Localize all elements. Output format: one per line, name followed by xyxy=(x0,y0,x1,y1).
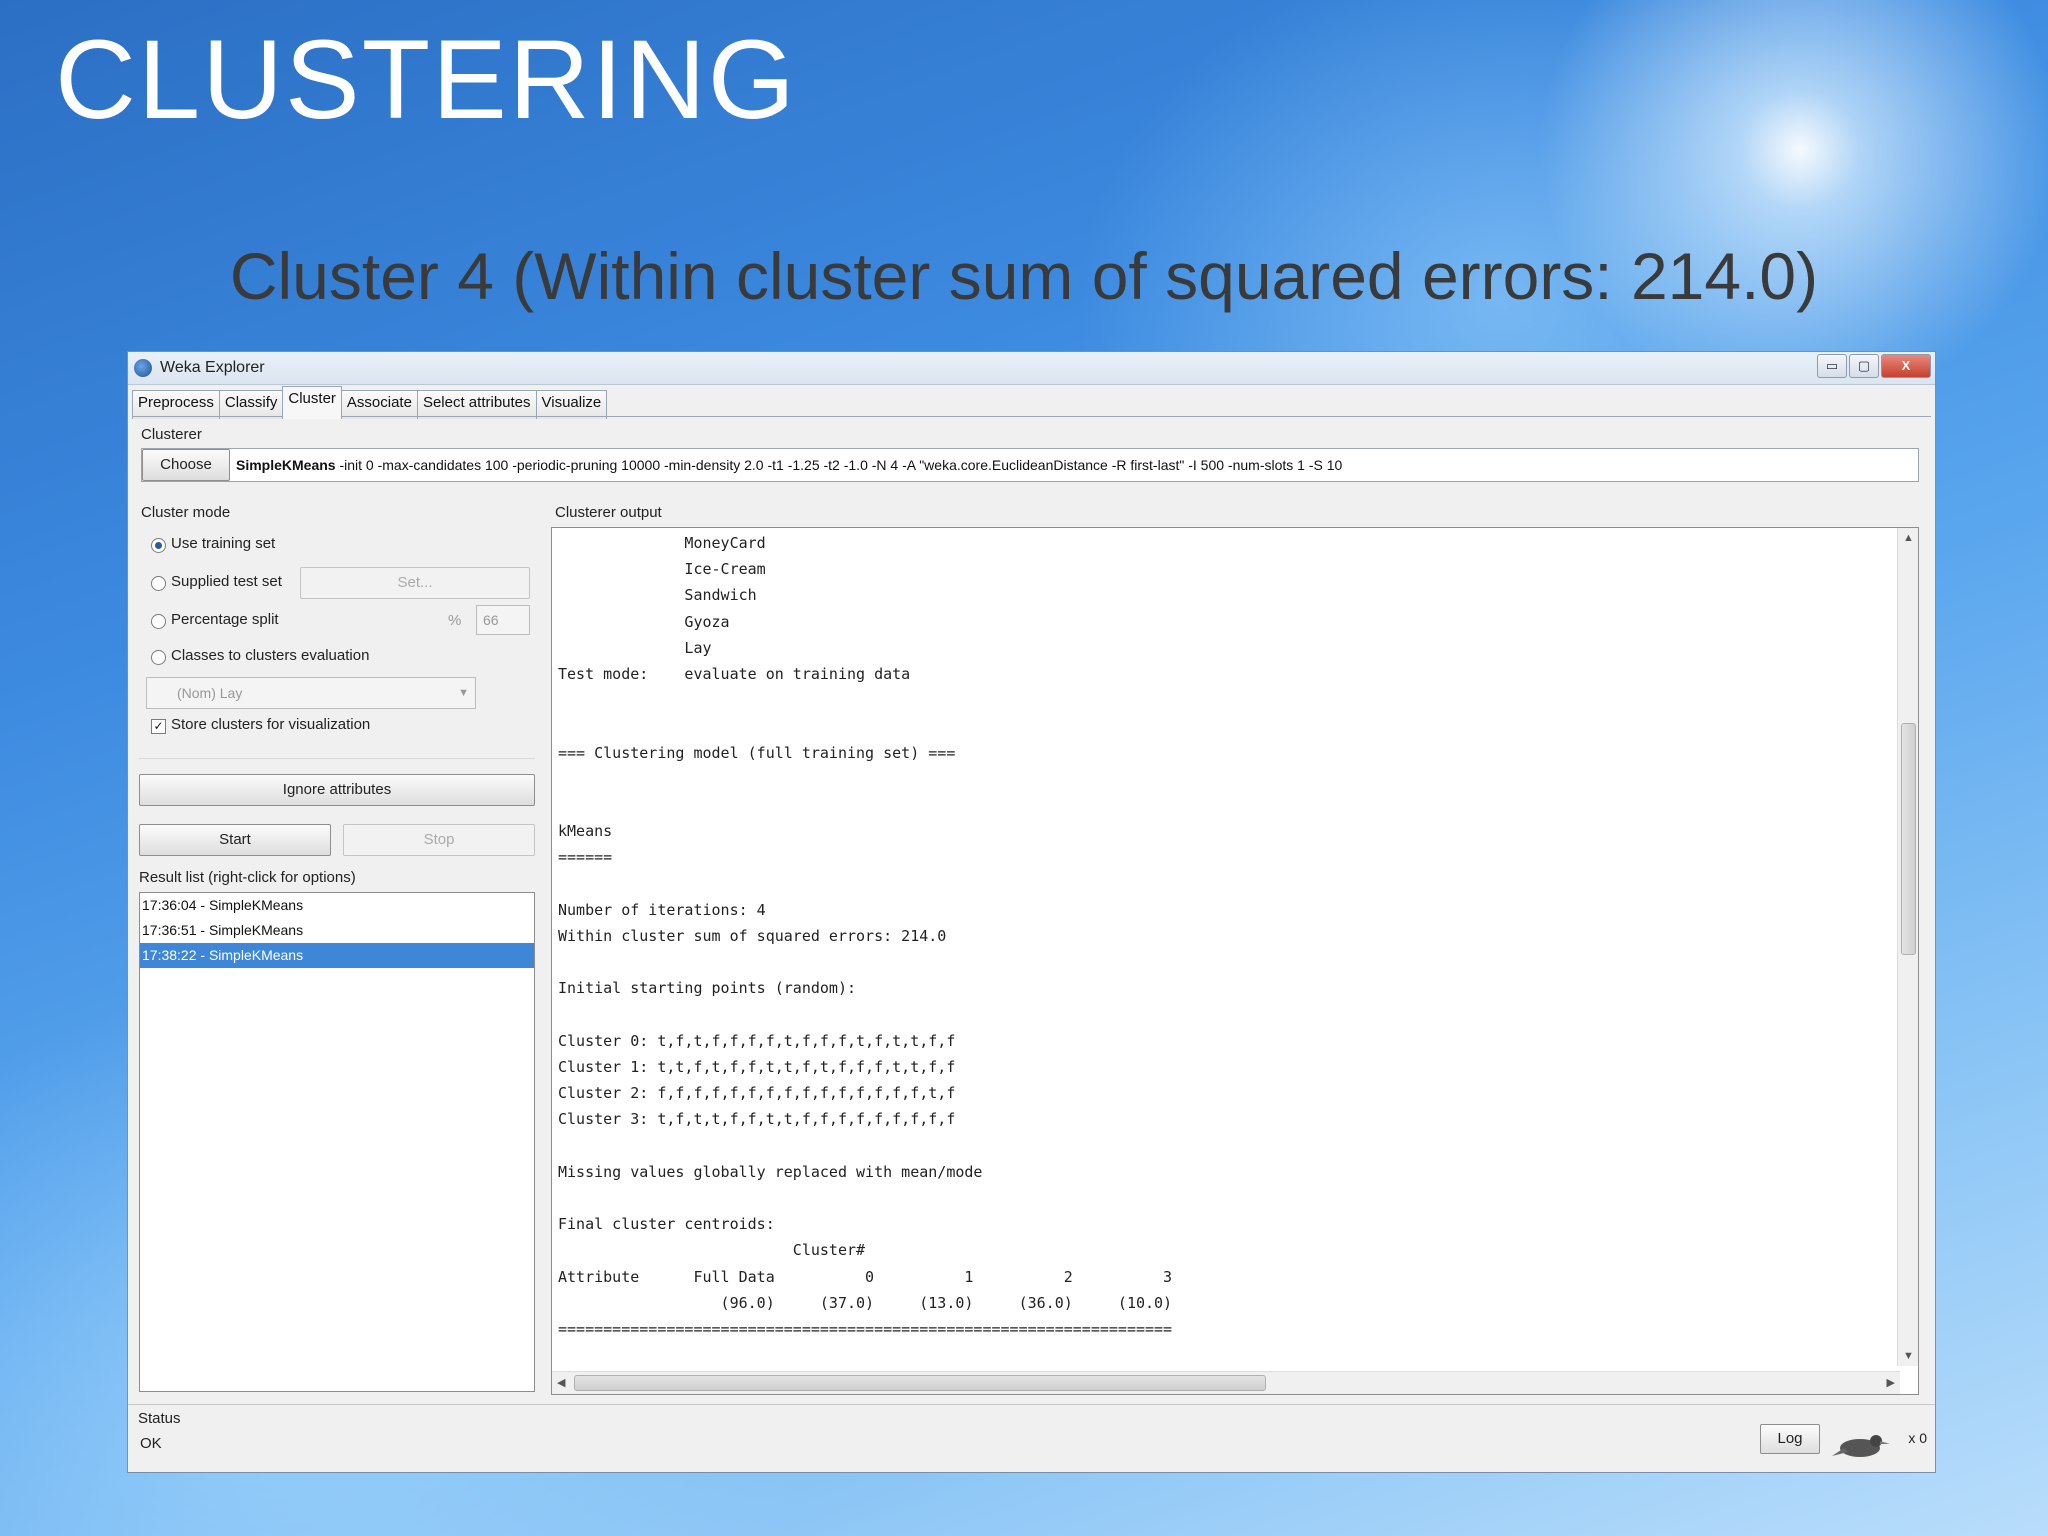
tab-associate[interactable]: Associate xyxy=(340,390,418,419)
choose-button[interactable]: Choose xyxy=(142,449,230,481)
percentage-split-radio[interactable] xyxy=(151,614,166,629)
tab-visualize[interactable]: Visualize xyxy=(535,390,608,419)
supplied-test-set-radio[interactable] xyxy=(151,576,166,591)
clusterer-section-label: Clusterer xyxy=(141,426,202,443)
tab-select-attributes[interactable]: Select attributes xyxy=(416,390,537,419)
close-button[interactable]: X xyxy=(1881,354,1931,378)
clusterer-output-panel[interactable]: MoneyCard Ice-Cream Sandwich Gyoza Lay T… xyxy=(551,527,1919,1395)
clusterer-output-label: Clusterer output xyxy=(555,504,662,521)
status-divider xyxy=(128,1404,1935,1405)
slide-title: CLUSTERING xyxy=(55,17,797,142)
classes-to-clusters-radio[interactable] xyxy=(151,650,166,665)
vertical-scroll-thumb[interactable] xyxy=(1901,723,1916,955)
tab-bar: Preprocess Classify Cluster Associate Se… xyxy=(132,386,608,419)
clusterer-command-line[interactable]: SimpleKMeans -init 0 -max-candidates 100… xyxy=(236,457,1342,473)
class-attribute-select[interactable]: (Nom) Lay ▼ xyxy=(146,677,476,709)
tab-cluster[interactable]: Cluster xyxy=(282,386,342,419)
supplied-test-set-label: Supplied test set xyxy=(171,573,282,590)
log-button[interactable]: Log xyxy=(1760,1424,1820,1454)
output-vertical-scrollbar[interactable]: ▲ ▼ xyxy=(1897,528,1918,1366)
weka-explorer-window: Weka Explorer ▭ ▢ X Preprocess Classify … xyxy=(127,351,1936,1473)
clusterer-config-field[interactable]: Choose SimpleKMeans -init 0 -max-candida… xyxy=(141,448,1919,482)
clusterer-options: -init 0 -max-candidates 100 -periodic-pr… xyxy=(335,457,1343,473)
scroll-up-icon[interactable]: ▲ xyxy=(1903,532,1914,544)
tab-classify[interactable]: Classify xyxy=(218,390,284,419)
tab-divider xyxy=(132,416,1931,417)
status-text: OK xyxy=(140,1435,162,1452)
tab-preprocess[interactable]: Preprocess xyxy=(132,390,220,419)
scroll-down-icon[interactable]: ▼ xyxy=(1903,1350,1914,1362)
scroll-right-icon[interactable]: ▶ xyxy=(1887,1376,1895,1389)
percentage-split-label: Percentage split xyxy=(171,611,279,628)
horizontal-scroll-thumb[interactable] xyxy=(574,1375,1266,1391)
scroll-left-icon[interactable]: ◀ xyxy=(557,1376,565,1389)
cluster-mode-label: Cluster mode xyxy=(141,504,231,521)
result-item[interactable]: 17:36:51 - SimpleKMeans xyxy=(140,918,534,943)
slide-subtitle: Cluster 4 (Within cluster sum of squared… xyxy=(229,239,1819,313)
weka-app-icon xyxy=(134,359,152,377)
use-training-set-radio[interactable] xyxy=(151,538,166,553)
status-label: Status xyxy=(138,1410,181,1427)
weka-bird-icon xyxy=(1832,1435,1890,1457)
title-bar[interactable]: Weka Explorer ▭ ▢ X xyxy=(128,352,1935,385)
maximize-button[interactable]: ▢ xyxy=(1849,354,1879,378)
output-horizontal-scrollbar[interactable]: ◀ ▶ xyxy=(552,1371,1900,1394)
clusterer-algorithm-name: SimpleKMeans xyxy=(236,457,336,473)
clusterer-output-text[interactable]: MoneyCard Ice-Cream Sandwich Gyoza Lay T… xyxy=(558,530,1172,1342)
minimize-button[interactable]: ▭ xyxy=(1817,354,1847,378)
result-list[interactable]: 17:36:04 - SimpleKMeans 17:36:51 - Simpl… xyxy=(139,892,535,1392)
stop-button[interactable]: Stop xyxy=(343,824,535,856)
ignore-attributes-button[interactable]: Ignore attributes xyxy=(139,774,535,806)
percentage-split-input[interactable]: 66 xyxy=(476,605,530,635)
use-training-set-label: Use training set xyxy=(171,535,276,552)
start-button[interactable]: Start xyxy=(139,824,331,856)
store-clusters-checkbox[interactable]: ✓ xyxy=(151,719,166,734)
result-list-label: Result list (right-click for options) xyxy=(139,869,356,886)
classes-to-clusters-label: Classes to clusters evaluation xyxy=(171,647,370,664)
percent-sign: % xyxy=(448,612,462,629)
class-attribute-value: (Nom) Lay xyxy=(177,685,243,701)
set-test-set-button[interactable]: Set... xyxy=(300,567,530,599)
result-item[interactable]: 17:36:04 - SimpleKMeans xyxy=(140,893,534,918)
window-title: Weka Explorer xyxy=(160,359,265,376)
chevron-down-icon: ▼ xyxy=(458,687,469,699)
store-clusters-label: Store clusters for visualization xyxy=(171,716,371,733)
section-divider xyxy=(139,758,535,759)
task-count: x 0 xyxy=(1908,1430,1927,1446)
result-item-selected[interactable]: 17:38:22 - SimpleKMeans xyxy=(140,943,534,968)
